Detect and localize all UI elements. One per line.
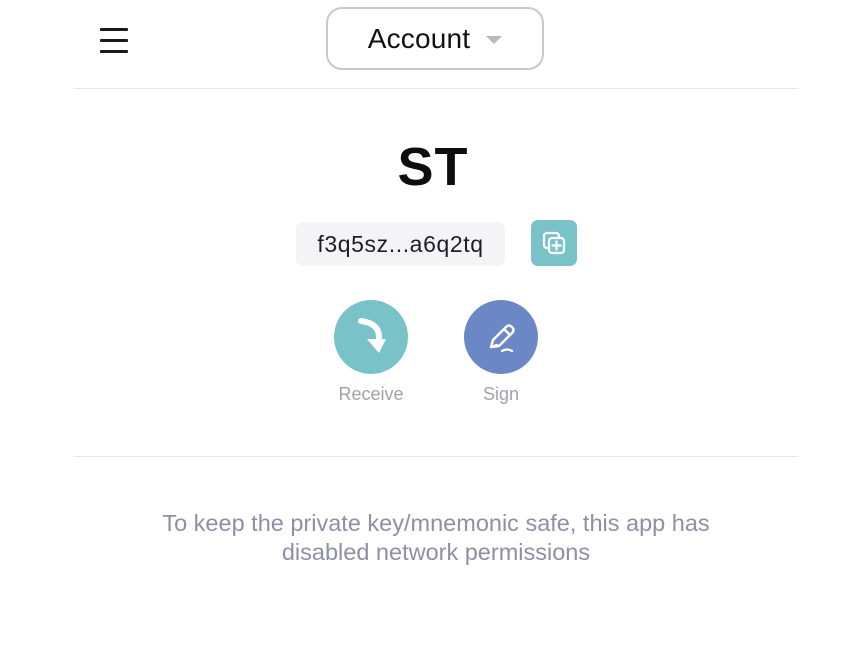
section-divider: [74, 456, 798, 457]
menu-icon-bar: [100, 50, 128, 53]
network-permission-notice: To keep the private key/mnemonic safe, t…: [162, 510, 710, 565]
receive-button[interactable]: Receive: [311, 300, 431, 405]
account-name: ST: [397, 137, 469, 197]
address-text: f3q5sz...a6q2tq: [317, 230, 484, 257]
account-selector-label: Account: [367, 22, 471, 54]
copy-icon: [542, 231, 566, 255]
hamburger-menu-icon: [100, 28, 128, 31]
sign-button[interactable]: Sign: [441, 300, 561, 405]
sign-circle: [464, 300, 538, 374]
caret-down-icon: [486, 35, 503, 44]
sign-label: Sign: [482, 384, 520, 404]
copy-address-button[interactable]: [531, 220, 577, 266]
address-display: f3q5sz...a6q2tq: [296, 222, 505, 266]
menu-button[interactable]: [96, 24, 132, 56]
receive-arrow-icon: [358, 318, 386, 353]
header-divider: [74, 88, 798, 89]
menu-icon-bar: [100, 39, 128, 42]
pen-icon: [489, 324, 515, 353]
account-selector[interactable]: Account: [326, 7, 544, 70]
receive-label: Receive: [338, 384, 404, 404]
receive-circle: [334, 300, 408, 374]
